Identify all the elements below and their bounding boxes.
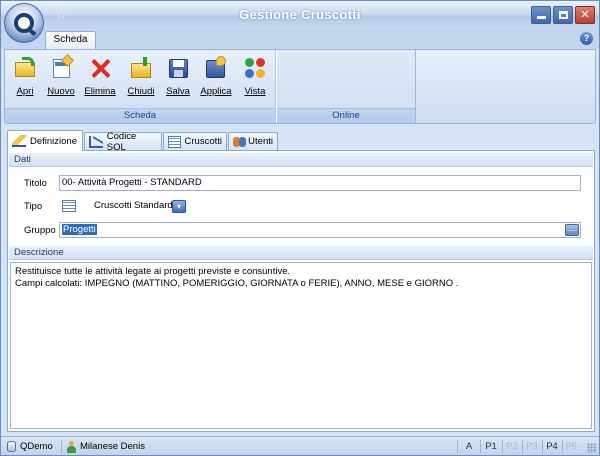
title-bar: ☆ Gestione Cruscotti ✕ [1,1,599,29]
ribbon-tab-scheda[interactable]: Scheda [45,31,96,49]
ribbon-group-label-scheda: Scheda [5,108,275,123]
folder-open-icon [13,56,37,80]
gruppo-value: Progetti [62,224,97,235]
status-user-label: Milanese Denis [80,441,145,452]
maximize-icon [559,11,568,19]
gruppo-input[interactable]: Progetti ... [59,222,581,238]
maximize-button[interactable] [553,6,573,24]
titolo-label: Titolo [24,178,47,189]
pencil-icon [12,135,26,147]
close-button[interactable]: ✕ [575,6,595,24]
descrizione-line-2: Campi calcolati: IMPEGNO (MATTINO, POMER… [15,278,459,289]
tipo-select[interactable]: Cruscotti Standard ▾ [59,198,187,214]
delete-icon [88,56,112,80]
ribbon: Apri Nuovo Elimina Chiudi Salva Applica [4,49,596,124]
tipo-label: Tipo [24,201,43,212]
resize-grip[interactable] [587,443,597,453]
status-bar: QDemo Milanese Denis A P1 P2 P3 P4 P5 [1,436,599,455]
delete-button[interactable]: Elimina [82,53,118,101]
save-button-label: Salva [166,86,190,97]
help-icon[interactable]: ? [580,32,593,45]
ribbon-group-online: Online [276,50,416,123]
application-window: ☆ Gestione Cruscotti ✕ Scheda ? Apri Nuo… [0,0,600,456]
status-user: Milanese Denis [67,439,145,454]
new-button-label: Nuovo [47,86,75,97]
view-button[interactable]: Vista [237,53,273,101]
section-header-descrizione: Descrizione [9,246,593,260]
tab-codice-sql[interactable]: Codice SQL [84,131,162,153]
close-icon: ✕ [580,9,590,21]
apply-button[interactable]: Applica [198,53,234,101]
tab-cruscotti-label: Cruscotti [184,136,222,147]
view-button-label: Vista [244,86,266,97]
status-indicator-p1: P1 [485,441,497,452]
tipo-value: Cruscotti Standard [94,200,173,211]
window-controls: ✕ [531,6,595,24]
tab-definizione-label: Definizione [30,135,77,147]
application-menu-button[interactable] [4,3,44,43]
tab-utenti[interactable]: Utenti [228,132,278,150]
descrizione-textarea[interactable]: Restituisce tutte le attività legate ai … [10,262,592,429]
app-logo-icon [14,13,34,33]
content-tab-strip: Definizione Codice SQL Cruscotti Utenti [7,130,597,153]
descrizione-line-1: Restituisce tutte le attività legate ai … [15,266,291,277]
apply-button-label: Applica [200,86,232,97]
status-database: QDemo [7,439,53,454]
close-document-button[interactable]: Chiudi [123,53,159,101]
open-button-label: Apri [16,86,34,97]
minimize-icon [537,16,546,19]
user-icon [67,440,76,453]
tab-definizione[interactable]: Definizione [7,130,83,151]
status-indicator-a: A [465,441,473,452]
browse-ellipsis-button[interactable]: ... [565,224,579,236]
status-indicator-p2: P2 [506,441,518,452]
status-indicator-p3: P3 [526,441,538,452]
grid-icon [168,135,181,148]
new-document-icon [49,54,74,80]
view-icon [243,56,267,80]
chevron-down-icon[interactable]: ▾ [172,200,186,213]
open-button[interactable]: Apri [7,53,43,101]
delete-button-label: Elimina [84,86,116,97]
titolo-value: 00- Attività Progetti - STANDARD [62,177,202,188]
ribbon-group-label-online: Online [277,108,415,123]
tab-cruscotti[interactable]: Cruscotti [163,132,227,150]
window-title: Gestione Cruscotti [239,7,361,22]
ribbon-tab-row: Scheda ? [1,29,599,49]
close-folder-icon [129,56,153,80]
save-icon [166,56,190,80]
status-database-label: QDemo [20,441,53,452]
new-button[interactable]: Nuovo [43,53,79,101]
users-icon [233,136,247,148]
close-document-button-label: Chiudi [127,86,155,97]
ribbon-group-scheda: Apri Nuovo Elimina Chiudi Salva Applica [5,50,276,123]
chart-icon [89,135,103,148]
minimize-button[interactable] [531,6,551,24]
gruppo-label: Gruppo [24,225,56,236]
status-indicator-p5: P5 [565,441,577,452]
definition-panel: Dati Titolo 00- Attività Progetti - STAN… [7,150,595,432]
section-header-dati: Dati [9,153,593,167]
tab-utenti-label: Utenti [248,136,273,147]
apply-icon [204,56,228,80]
tipo-grid-icon [62,200,76,212]
database-icon [7,441,16,452]
status-separator [61,440,62,453]
titolo-input[interactable]: 00- Attività Progetti - STANDARD [59,175,581,191]
save-button[interactable]: Salva [160,53,196,101]
